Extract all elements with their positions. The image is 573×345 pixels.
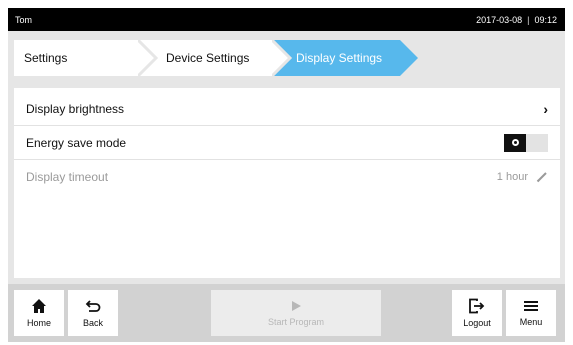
menu-button[interactable]: Menu — [506, 290, 556, 336]
display-timeout-row[interactable]: Display timeout 1 hour — [14, 160, 560, 194]
status-date: 2017-03-08 — [476, 14, 523, 25]
menu-label: Menu — [519, 317, 543, 327]
home-button[interactable]: Home — [14, 290, 64, 336]
home-icon — [32, 299, 46, 313]
back-label: Back — [82, 318, 103, 328]
energy-save-toggle[interactable] — [504, 133, 548, 152]
start-program-label: Start Program — [267, 317, 325, 327]
app-window: Tom 2017-03-08 | 09:12 Settings Device S… — [8, 8, 565, 342]
power-off-icon — [511, 139, 519, 146]
energy-save-label: Energy save mode — [26, 135, 127, 150]
logout-icon — [469, 298, 485, 314]
user-name: Tom — [15, 14, 33, 25]
chevron-right-icon: › — [543, 100, 548, 117]
display-timeout-value: 1 hour — [496, 171, 528, 183]
breadcrumb-display-settings[interactable]: Display Settings — [272, 40, 418, 76]
breadcrumb-label: Settings — [24, 51, 68, 65]
back-button[interactable]: Back — [68, 290, 118, 336]
display-timeout-value-group: 1 hour — [497, 171, 548, 183]
status-bar: Tom 2017-03-08 | 09:12 — [8, 8, 565, 31]
breadcrumb: Settings Device Settings Display Setting… — [14, 40, 554, 76]
settings-panel: Display brightness › Energy save mode Di… — [14, 88, 560, 278]
hamburger-icon — [524, 301, 538, 311]
toggle-knob — [504, 133, 526, 152]
energy-save-row: Energy save mode — [14, 126, 560, 160]
breadcrumb-label: Device Settings — [166, 51, 250, 65]
breadcrumb-label: Display Settings — [296, 51, 383, 65]
display-timeout-label: Display timeout — [26, 170, 109, 184]
start-program-button[interactable]: Start Program — [211, 290, 381, 336]
home-label: Home — [26, 318, 51, 328]
status-separator: | — [527, 14, 530, 25]
status-datetime: 2017-03-08 | 09:12 — [476, 15, 557, 25]
logout-button[interactable]: Logout — [452, 290, 502, 336]
back-arrow-icon — [85, 300, 101, 312]
play-icon — [292, 301, 301, 311]
logout-label: Logout — [463, 318, 491, 328]
bottom-navigation: Home Back Start Program Logout Menu — [8, 284, 565, 342]
status-time: 09:12 — [534, 14, 557, 25]
pencil-icon — [536, 172, 547, 183]
display-brightness-row[interactable]: Display brightness › — [14, 92, 560, 126]
display-brightness-label: Display brightness — [26, 101, 125, 116]
